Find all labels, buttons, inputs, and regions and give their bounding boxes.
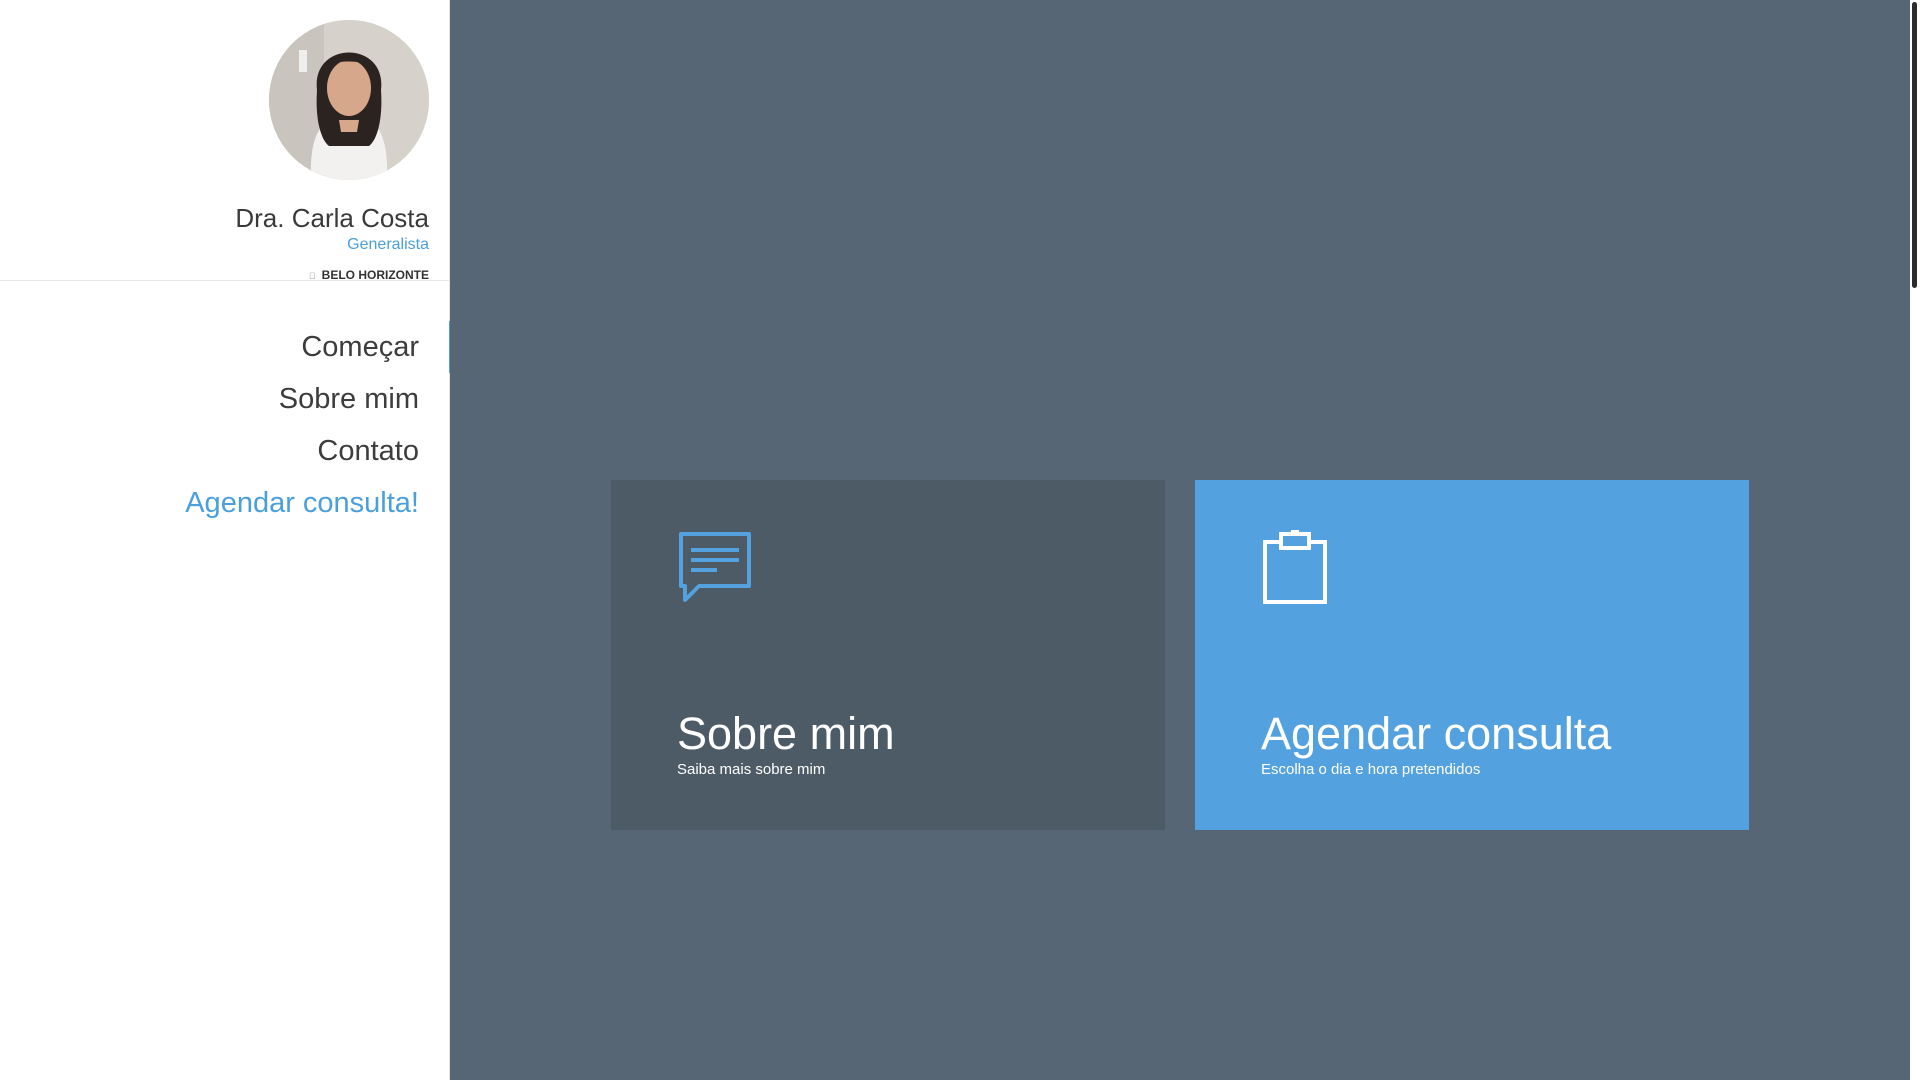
city-label: BELO HORIZONTE (321, 268, 429, 282)
about-card-subtitle: Saiba mais sobre mim (677, 761, 826, 778)
about-card-title: Sobre mim (677, 708, 895, 759)
sidebar-nav: Começar Sobre mim Contato Agendar consul… (0, 321, 453, 529)
book-card-subtitle: Escolha o dia e hora pretendidos (1261, 761, 1481, 778)
doctor-specialty: Generalista (347, 236, 429, 253)
profile-header: Dra. Carla Costa Generalista  BELO HORIZ… (0, 0, 449, 284)
doctor-location:  BELO HORIZONTE (0, 267, 429, 284)
scrollbar[interactable] (1910, 0, 1920, 1080)
map-pin-icon:  (309, 268, 316, 284)
doctor-name: Dra. Carla Costa (235, 203, 429, 233)
sidebar: Dra. Carla Costa Generalista  BELO HORIZ… (0, 0, 453, 1080)
clipboard-icon (1261, 530, 1337, 611)
avatar (269, 20, 429, 180)
scrollbar-thumb[interactable] (1912, 2, 1917, 288)
about-card[interactable]: Sobre mim Saiba mais sobre mim (611, 480, 1165, 830)
nav-item-agendar-consulta[interactable]: Agendar consulta! (0, 477, 449, 529)
main-content: Sobre mim Saiba mais sobre mim Agendar c… (450, 0, 1920, 1080)
chat-bubble-icon (677, 530, 753, 611)
nav-item-contato[interactable]: Contato (0, 425, 449, 477)
page: Dra. Carla Costa Generalista  BELO HORIZ… (0, 0, 1920, 1080)
book-appointment-card[interactable]: Agendar consulta Escolha o dia e hora pr… (1195, 480, 1749, 830)
nav-item-sobre-mim[interactable]: Sobre mim (0, 373, 449, 425)
nav-item-comecar[interactable]: Começar (0, 321, 453, 373)
book-card-title: Agendar consulta (1261, 708, 1612, 759)
